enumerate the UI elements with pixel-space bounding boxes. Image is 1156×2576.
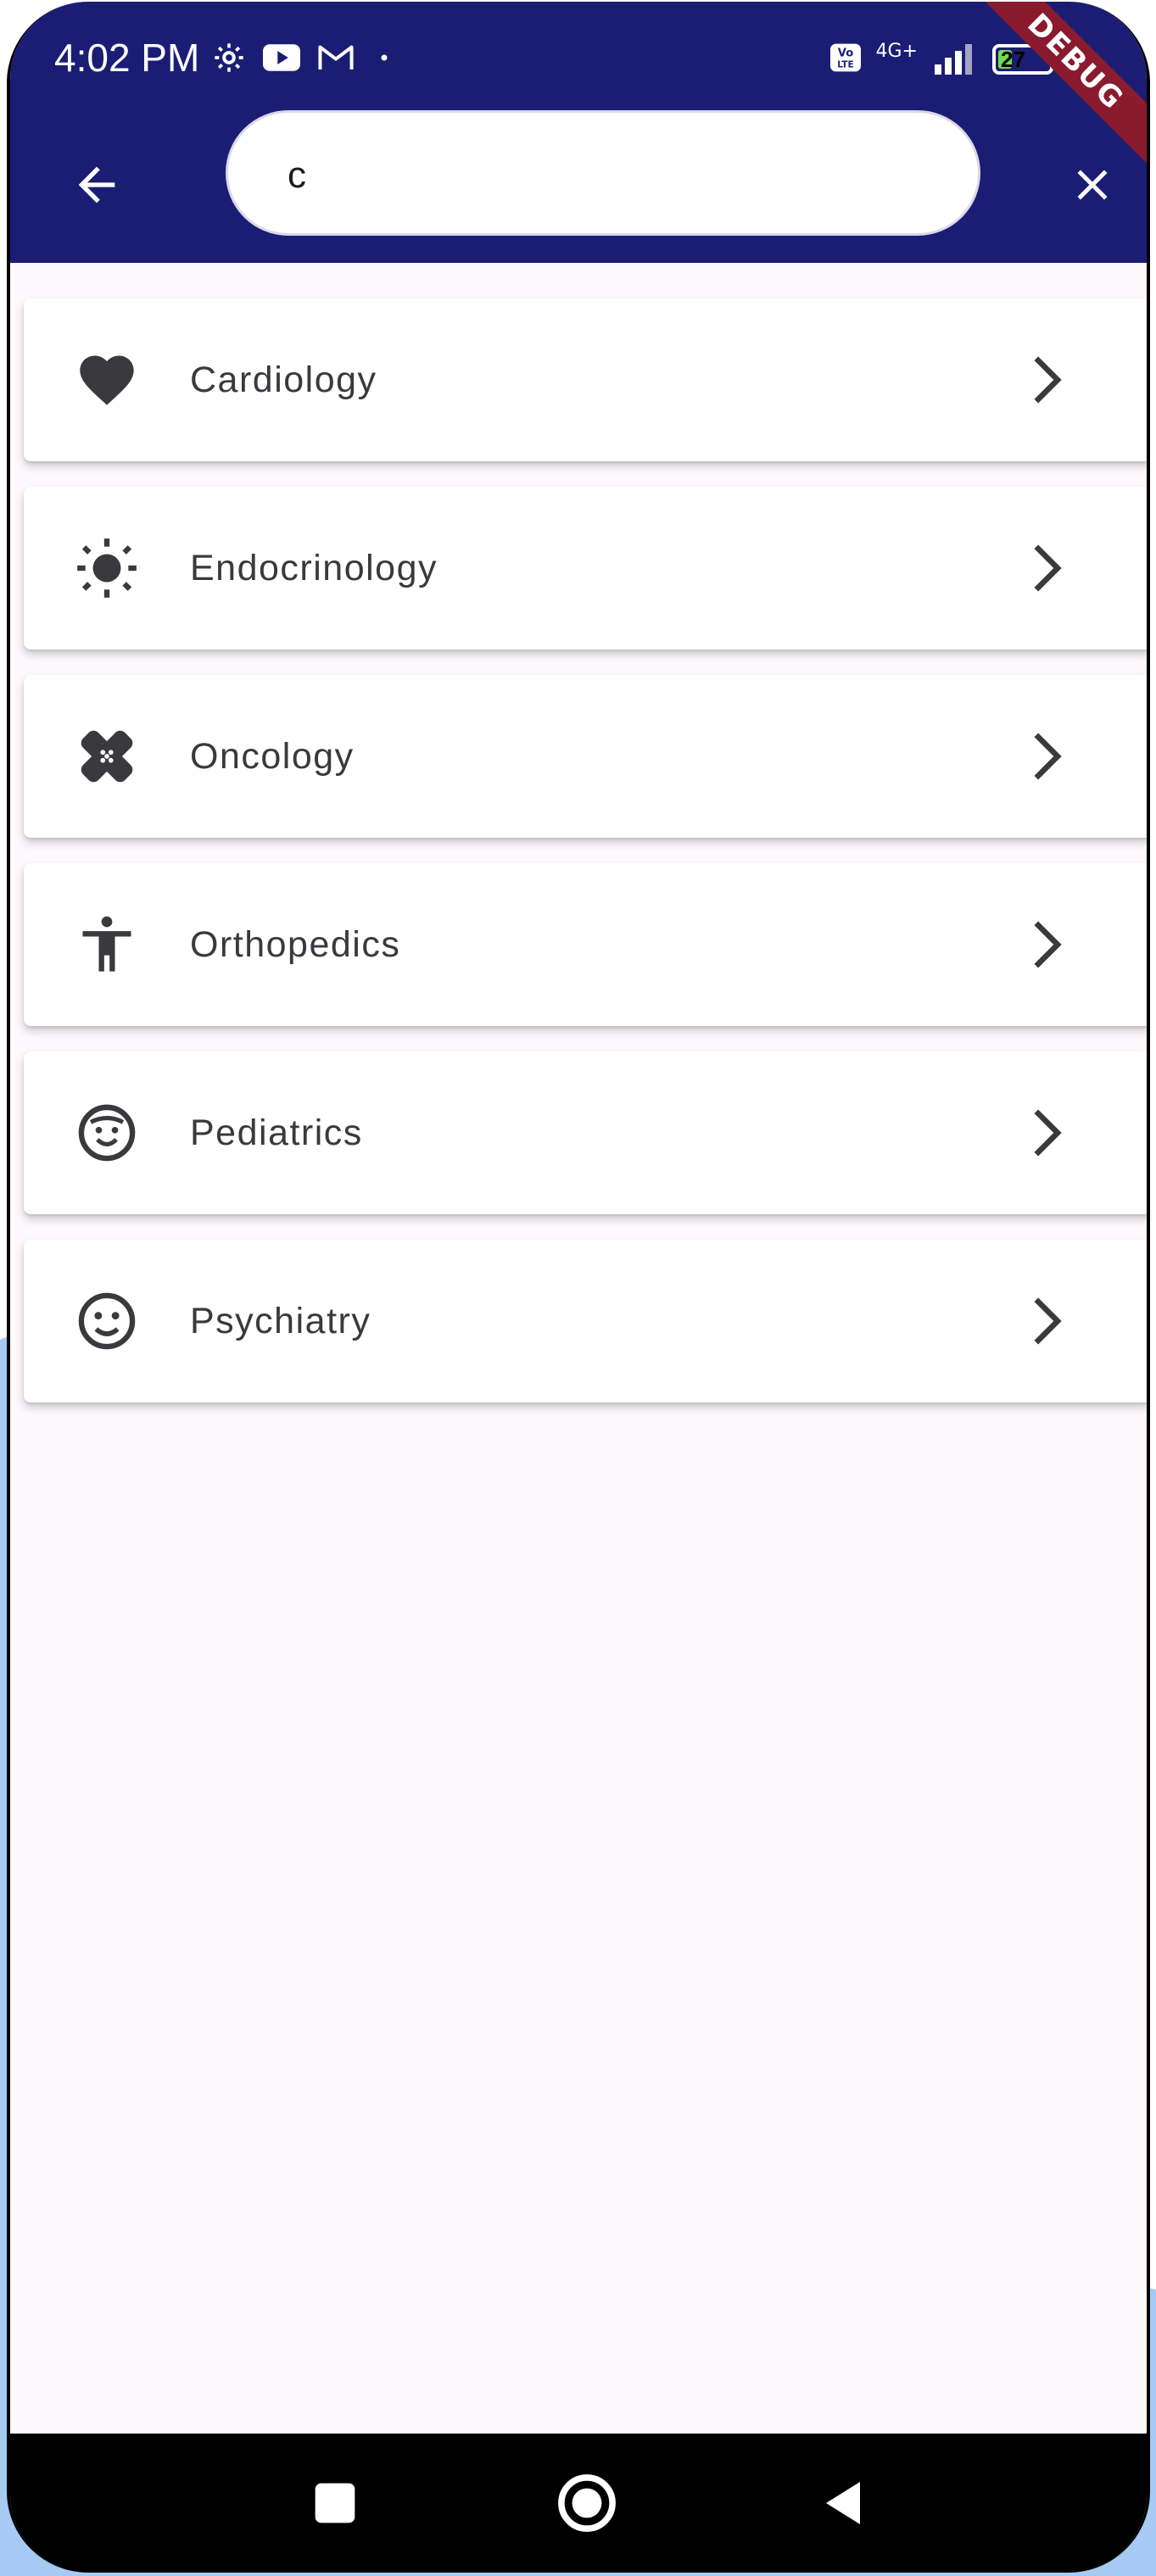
chevron-right-icon xyxy=(1011,534,1079,602)
chevron-right-icon xyxy=(1011,1287,1079,1355)
accessibility-icon xyxy=(73,911,141,979)
sun-icon xyxy=(73,534,141,602)
youtube-notification-icon xyxy=(263,43,300,76)
chevron-right-icon xyxy=(1011,1099,1079,1167)
back-button[interactable] xyxy=(56,144,137,226)
status-time: 4:02 PM xyxy=(54,36,200,80)
settings-notification-icon xyxy=(212,41,246,79)
bandage-icon xyxy=(73,722,141,790)
list-item-endocrinology[interactable]: Endocrinology xyxy=(24,487,1147,650)
baby-face-icon xyxy=(73,1099,141,1167)
triangle-back-icon xyxy=(826,2482,860,2524)
network-type-label: 4G+ xyxy=(875,40,918,62)
home-button[interactable] xyxy=(544,2461,629,2545)
smiley-icon xyxy=(73,1287,141,1355)
heart-icon xyxy=(73,346,141,414)
close-icon xyxy=(1077,170,1108,200)
list-item-label: Oncology xyxy=(190,736,355,777)
circle-icon xyxy=(558,2474,616,2532)
search-field[interactable] xyxy=(226,110,980,236)
battery-level: 27 xyxy=(1001,47,1025,72)
system-navigation-bar xyxy=(10,2434,1147,2573)
app-screen: 4:02 PM Vo LTE 4G+ 27 DEBUG c Cardiology… xyxy=(10,2,1147,2573)
signal-strength-icon xyxy=(931,41,979,79)
list-item-orthopedics[interactable]: Orthopedics xyxy=(24,863,1147,1026)
chevron-right-icon xyxy=(1011,911,1079,979)
clear-search-button[interactable] xyxy=(1052,144,1133,226)
list-item-label: Psychiatry xyxy=(190,1301,371,1341)
chevron-right-icon xyxy=(1011,722,1079,790)
list-item-pediatrics[interactable]: Pediatrics xyxy=(24,1051,1147,1214)
square-icon xyxy=(315,2483,355,2523)
search-input[interactable] xyxy=(288,142,932,209)
svg-text:Vo: Vo xyxy=(837,47,852,59)
back-nav-button[interactable] xyxy=(801,2461,885,2545)
list-item-oncology[interactable]: Oncology xyxy=(24,675,1147,838)
app-header: 4:02 PM Vo LTE 4G+ 27 DEBUG c xyxy=(10,2,1147,263)
gmail-notification-icon xyxy=(317,43,355,76)
list-item-label: Cardiology xyxy=(190,360,377,400)
svg-text:LTE: LTE xyxy=(837,59,854,70)
list-item-label: Pediatrics xyxy=(190,1112,363,1153)
system-status-icons: Vo LTE 4G+ 27 xyxy=(829,36,1053,83)
status-bar: 4:02 PM Vo LTE 4G+ 27 xyxy=(10,2,1147,112)
phone-frame: 4:02 PM Vo LTE 4G+ 27 DEBUG c Cardiology… xyxy=(7,2,1150,2573)
arrow-back-icon xyxy=(78,166,115,204)
list-item-psychiatry[interactable]: Psychiatry xyxy=(24,1240,1147,1402)
list-item-label: Orthopedics xyxy=(190,924,401,965)
notification-icons xyxy=(212,36,397,83)
list-item-cardiology[interactable]: Cardiology xyxy=(24,298,1147,461)
volte-icon: Vo LTE xyxy=(829,42,863,77)
chevron-right-icon xyxy=(1011,346,1079,414)
recent-apps-button[interactable] xyxy=(293,2461,377,2545)
more-notifications-dot-icon xyxy=(371,49,397,70)
list-item-label: Endocrinology xyxy=(190,548,438,588)
